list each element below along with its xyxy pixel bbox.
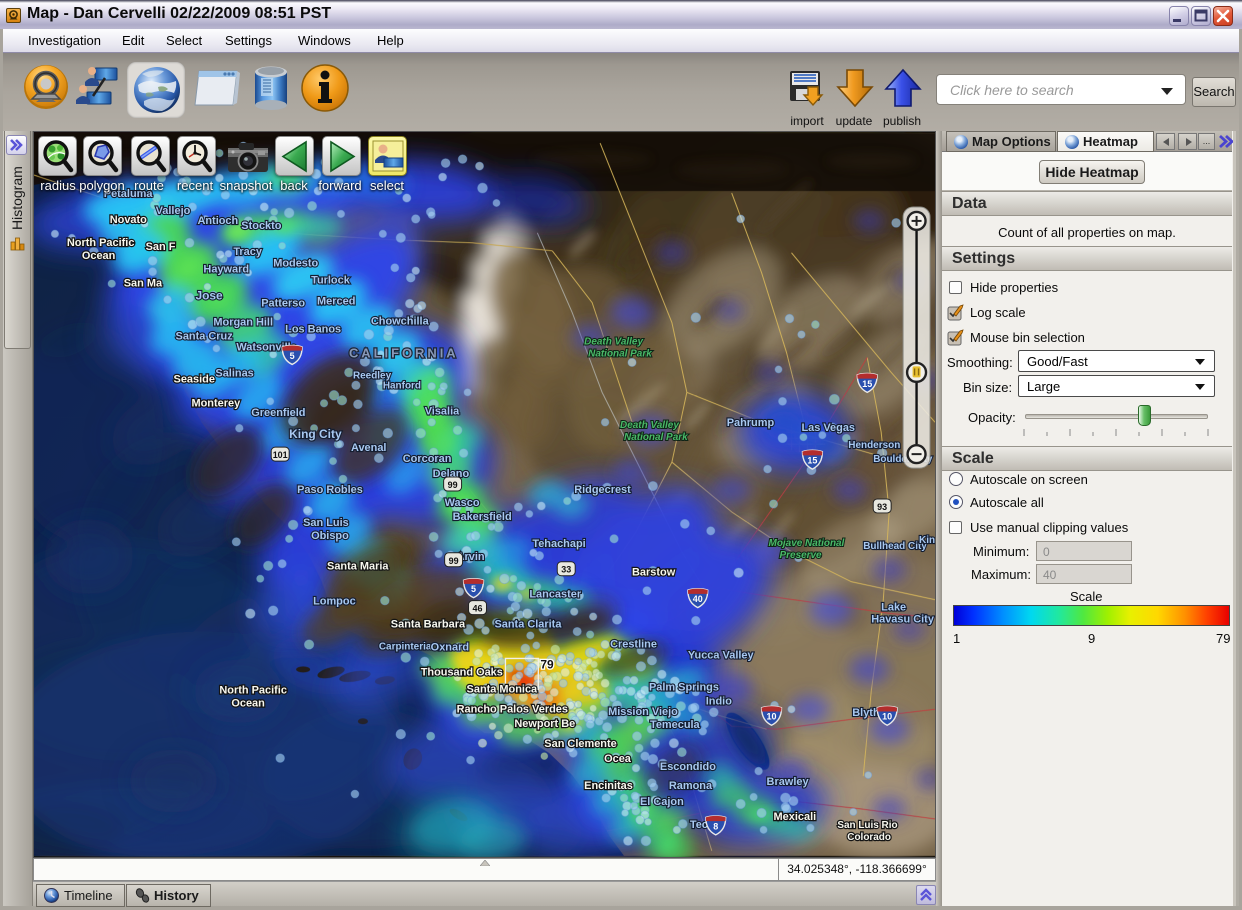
svg-text:Tehachapi: Tehachapi xyxy=(532,538,585,550)
svg-text:Vallejo: Vallejo xyxy=(156,205,191,217)
svg-text:El Cajon: El Cajon xyxy=(640,796,684,808)
svg-text:10: 10 xyxy=(882,712,892,722)
svg-text:Mexicali: Mexicali xyxy=(774,811,817,823)
svg-text:Ocean: Ocean xyxy=(231,697,265,709)
svg-text:8: 8 xyxy=(713,821,718,831)
svg-text:Merced: Merced xyxy=(317,296,355,308)
svg-text:San F: San F xyxy=(146,241,176,253)
svg-text:Stockto: Stockto xyxy=(241,220,281,232)
svg-text:San Luis: San Luis xyxy=(303,517,349,529)
svg-text:Barstow: Barstow xyxy=(632,567,676,579)
svg-text:National Park: National Park xyxy=(624,432,688,443)
svg-text:Havasu City: Havasu City xyxy=(871,614,935,626)
svg-text:King: King xyxy=(919,535,935,546)
svg-text:Novato: Novato xyxy=(110,214,147,226)
svg-text:Turlock: Turlock xyxy=(311,275,351,287)
svg-text:Indio: Indio xyxy=(706,695,732,707)
svg-text:Patterso: Patterso xyxy=(261,298,305,310)
svg-text:Lompoc: Lompoc xyxy=(313,596,356,608)
svg-text:Avenal: Avenal xyxy=(351,442,387,454)
svg-text:Greenfield: Greenfield xyxy=(251,407,305,419)
svg-text:Ocea: Ocea xyxy=(604,753,632,765)
svg-text:Monterey: Monterey xyxy=(191,397,241,409)
svg-text:Preserve: Preserve xyxy=(780,550,823,561)
svg-text:North Pacific: North Pacific xyxy=(67,237,135,249)
svg-text:Bakersfield: Bakersfield xyxy=(453,511,512,523)
svg-text:San Ma: San Ma xyxy=(124,278,163,290)
svg-text:Hanford: Hanford xyxy=(383,380,421,391)
svg-text:Crestline: Crestline xyxy=(610,638,657,650)
svg-text:Salinas: Salinas xyxy=(215,367,253,379)
svg-text:Tracy: Tracy xyxy=(233,246,263,258)
svg-text:Yucca Valley: Yucca Valley xyxy=(688,649,755,661)
svg-text:Santa Cruz: Santa Cruz xyxy=(176,331,234,343)
svg-text:Carpinteria: Carpinteria xyxy=(379,641,432,652)
svg-text:Visalia: Visalia xyxy=(425,405,460,417)
svg-text:San Clemente: San Clemente xyxy=(544,738,616,750)
svg-text:Rancho Palos Verdes: Rancho Palos Verdes xyxy=(457,703,568,715)
svg-text:Reedley: Reedley xyxy=(353,370,392,381)
svg-text:Thousand Oaks: Thousand Oaks xyxy=(421,666,503,678)
svg-text:Las Vegas: Las Vegas xyxy=(801,422,855,434)
svg-text:99: 99 xyxy=(449,556,459,566)
svg-text:Death Valley: Death Valley xyxy=(584,336,643,347)
svg-text:Chowchilla: Chowchilla xyxy=(371,316,430,328)
svg-text:5: 5 xyxy=(290,351,295,361)
svg-text:Santa Maria: Santa Maria xyxy=(327,561,389,573)
svg-text:Santa Barbara: Santa Barbara xyxy=(391,619,466,631)
svg-text:Jose: Jose xyxy=(195,289,223,303)
svg-text:Morgan Hill: Morgan Hill xyxy=(213,317,273,329)
svg-text:15: 15 xyxy=(807,456,817,466)
svg-text:99: 99 xyxy=(448,480,458,490)
svg-text:Lake: Lake xyxy=(881,602,906,614)
svg-text:Lancaster: Lancaster xyxy=(529,589,581,601)
svg-text:Mission Viejo: Mission Viejo xyxy=(608,706,678,718)
svg-text:King City: King City xyxy=(289,427,342,441)
svg-text:Palm Springs: Palm Springs xyxy=(649,681,719,693)
svg-text:Escondido: Escondido xyxy=(660,761,716,773)
svg-text:Corcoran: Corcoran xyxy=(403,453,452,465)
svg-text:Seaside: Seaside xyxy=(174,373,215,385)
svg-text:Encinitas: Encinitas xyxy=(584,780,633,792)
svg-text:CALIFORNIA: CALIFORNIA xyxy=(349,345,459,360)
svg-text:79: 79 xyxy=(540,657,554,671)
svg-text:33: 33 xyxy=(561,565,571,575)
svg-text:Oxnard: Oxnard xyxy=(431,641,469,653)
svg-text:40: 40 xyxy=(693,594,703,604)
svg-text:Temecula: Temecula xyxy=(650,719,701,731)
svg-text:Ramona: Ramona xyxy=(669,780,713,792)
svg-text:15: 15 xyxy=(862,379,872,389)
svg-text:Pahrump: Pahrump xyxy=(727,417,775,429)
svg-text:10: 10 xyxy=(767,712,777,722)
svg-text:Newport Be: Newport Be xyxy=(514,718,575,730)
svg-text:Obispo: Obispo xyxy=(311,530,349,542)
svg-text:Los Banos: Los Banos xyxy=(285,324,341,336)
svg-text:Bullhead City: Bullhead City xyxy=(863,541,927,552)
svg-text:Santa Clarita: Santa Clarita xyxy=(494,619,562,631)
svg-text:46: 46 xyxy=(473,604,483,614)
svg-text:Mojave National: Mojave National xyxy=(769,538,845,549)
svg-text:Ocean: Ocean xyxy=(82,250,116,262)
svg-text:Brawley: Brawley xyxy=(767,776,810,788)
svg-text:Modesto: Modesto xyxy=(273,258,318,270)
svg-text:Hayward: Hayward xyxy=(203,264,249,276)
svg-text:101: 101 xyxy=(273,450,288,460)
svg-text:San Luis Rio: San Luis Rio xyxy=(837,820,897,831)
svg-text:National Park: National Park xyxy=(588,348,652,359)
svg-text:Antioch: Antioch xyxy=(197,215,238,227)
svg-text:Henderson: Henderson xyxy=(848,440,900,451)
svg-text:Santa Monica: Santa Monica xyxy=(467,683,539,695)
svg-text:Colorado: Colorado xyxy=(847,832,891,843)
svg-text:Death Valley: Death Valley xyxy=(620,420,679,431)
svg-text:Ridgecrest: Ridgecrest xyxy=(574,484,631,496)
svg-text:Wasco: Wasco xyxy=(445,497,480,509)
svg-text:Paso Robles: Paso Robles xyxy=(297,484,363,496)
svg-text:93: 93 xyxy=(877,502,887,512)
svg-text:5: 5 xyxy=(471,584,476,594)
svg-text:North Pacific: North Pacific xyxy=(219,684,287,696)
